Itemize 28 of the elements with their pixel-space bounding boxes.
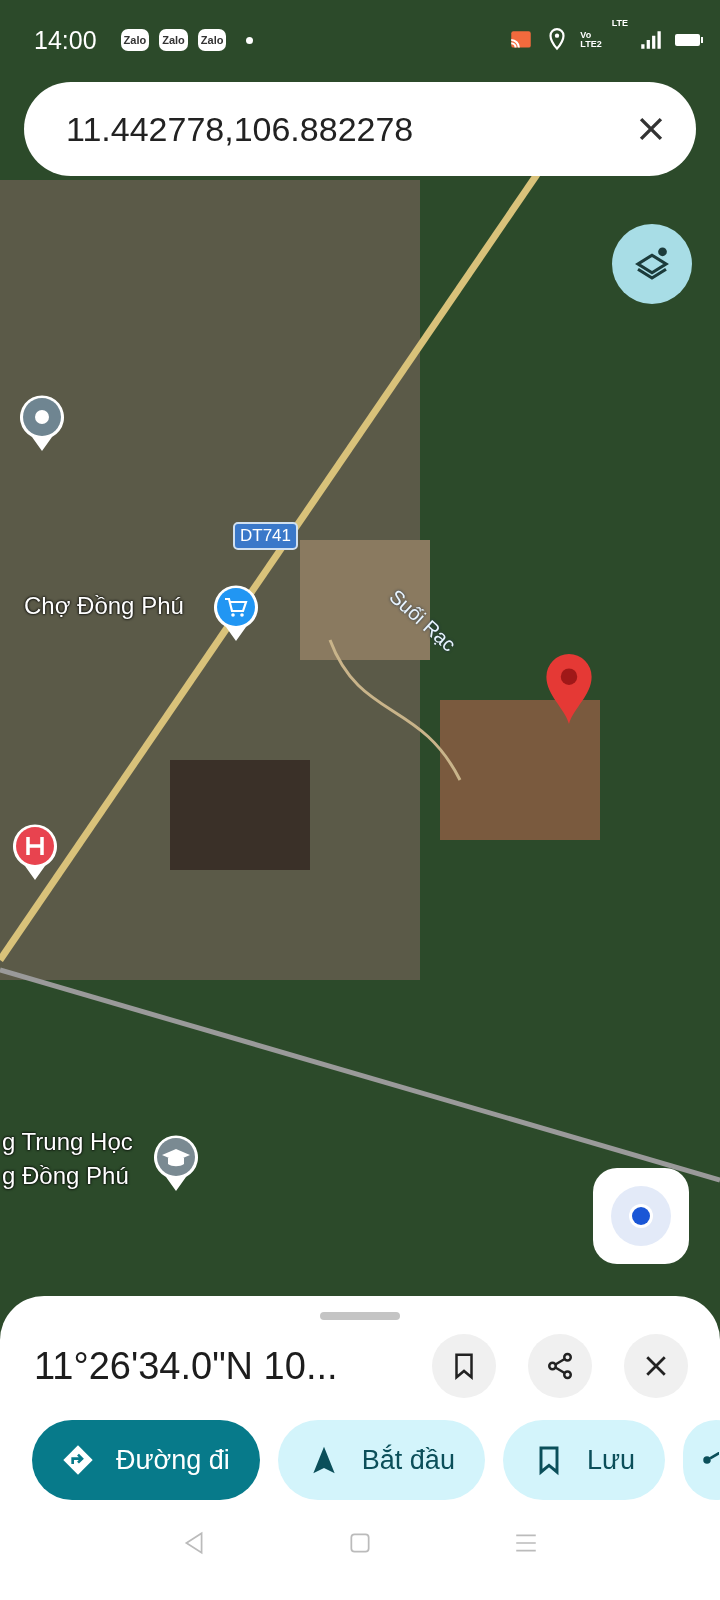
map-label: Chợ Đồng Phú xyxy=(24,592,184,620)
hospital-pin-icon[interactable] xyxy=(11,822,59,882)
my-location-button[interactable] xyxy=(593,1168,689,1264)
action-chip[interactable]: Đường đi xyxy=(32,1420,260,1500)
current-location-icon xyxy=(609,1184,673,1248)
search-field[interactable]: 11.442778,106.882278 xyxy=(24,82,696,176)
school-pin-icon[interactable] xyxy=(152,1133,200,1193)
share-icon xyxy=(545,1351,575,1381)
directions-icon xyxy=(62,1444,94,1476)
action-chip[interactable]: Lưu xyxy=(502,1420,665,1500)
map-label: DT741 xyxy=(233,522,299,550)
search-input[interactable]: 11.442778,106.882278 xyxy=(64,108,634,150)
status-time: 14:00 xyxy=(34,25,97,55)
map-label: Suối Rạc xyxy=(384,585,461,657)
shopping-cart-pin-icon[interactable] xyxy=(212,583,260,643)
more-notifications-icon xyxy=(246,36,254,44)
network-label: LTE xyxy=(611,18,628,28)
network-label: LTE2 xyxy=(580,40,602,49)
battery-icon xyxy=(674,32,704,48)
drag-handle[interactable] xyxy=(320,1312,400,1320)
action-chip[interactable]: Bắt đầu xyxy=(277,1420,485,1500)
location-marker-icon xyxy=(544,652,594,726)
map-label: g Trung Học xyxy=(2,1128,133,1156)
map-label: g Đồng Phú xyxy=(2,1162,129,1190)
network-label: Vo xyxy=(580,31,593,40)
coordinates-title: 11°26'34.0"N 10... xyxy=(34,1344,339,1388)
app-notification-icon: Zalo xyxy=(159,29,188,51)
place-pin-icon[interactable] xyxy=(18,393,66,453)
